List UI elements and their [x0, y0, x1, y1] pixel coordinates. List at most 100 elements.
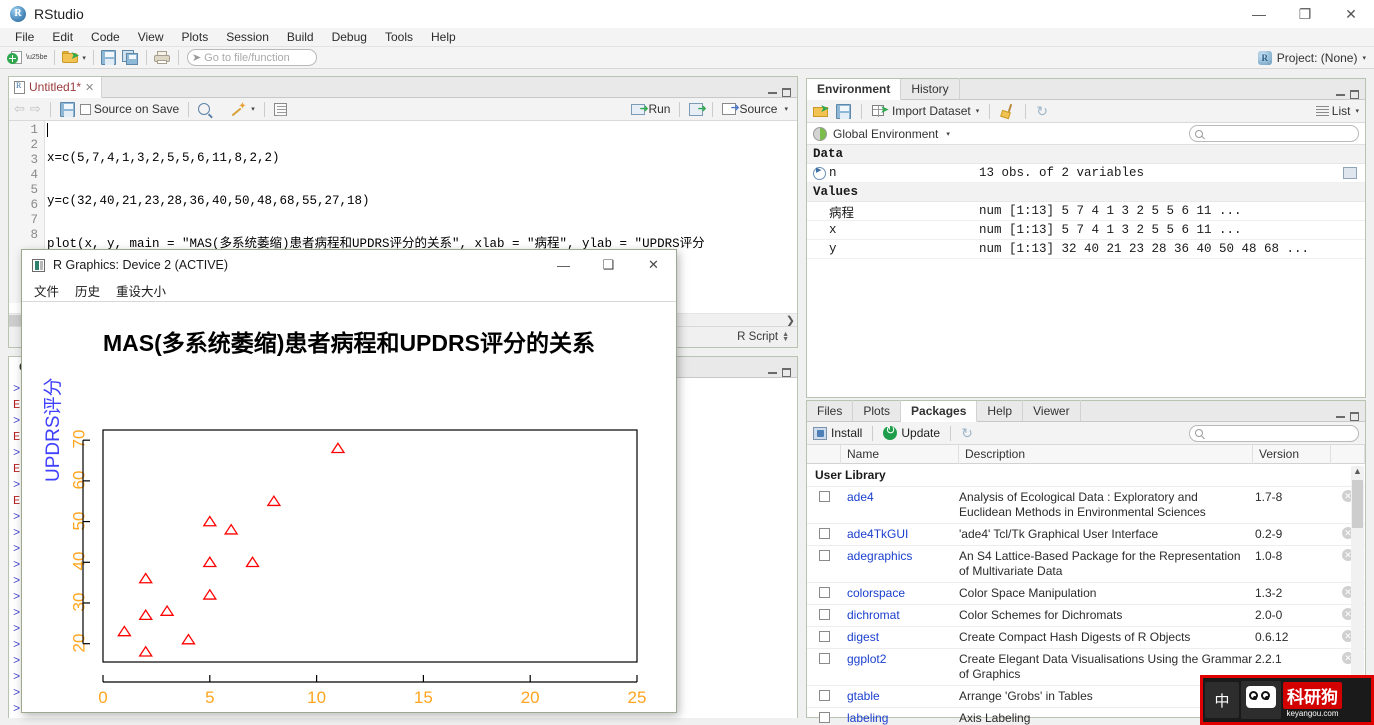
save-all-button[interactable]	[119, 48, 142, 68]
nav-back-icon[interactable]: ⇦	[14, 101, 25, 117]
column-header-version[interactable]: Version	[1253, 444, 1331, 464]
list-view-selector[interactable]: List ▾	[1315, 104, 1359, 118]
minimize-icon[interactable]: —	[1236, 0, 1282, 28]
table-row[interactable]: colorspace Color Space Manipulation 1.3-…	[807, 583, 1365, 605]
new-file-button[interactable]: \u25be	[4, 48, 50, 68]
open-file-button[interactable]: ➤ ▾	[59, 48, 89, 68]
package-checkbox[interactable]	[818, 491, 830, 502]
goto-file-function-input[interactable]: ➤ Go to file/function	[186, 49, 317, 66]
table-row[interactable]: adegraphics An S4 Lattice-Based Package …	[807, 546, 1365, 583]
menu-file[interactable]: File	[6, 29, 43, 45]
close-icon[interactable]: ✕	[85, 81, 94, 94]
package-name[interactable]: ade4TkGUI	[841, 527, 959, 541]
compile-report-icon[interactable]	[273, 102, 287, 116]
close-icon[interactable]: ✕	[631, 250, 676, 280]
menu-tools[interactable]: Tools	[376, 29, 422, 45]
broom-icon[interactable]	[1000, 103, 1015, 119]
tab-plots[interactable]: Plots	[853, 400, 902, 421]
minimize-panel-icon[interactable]	[1336, 93, 1345, 96]
tab-help[interactable]: Help	[977, 400, 1024, 421]
project-selector[interactable]: R Project: (None) ▾	[1257, 50, 1366, 65]
package-name[interactable]: colorspace	[841, 586, 959, 600]
minimize-panel-icon[interactable]	[768, 91, 777, 94]
package-checkbox[interactable]	[818, 631, 830, 642]
expand-icon[interactable]	[813, 166, 826, 180]
code-tools-icon[interactable]: ✦	[230, 102, 247, 117]
view-data-icon[interactable]	[1343, 167, 1357, 179]
chevron-down-icon[interactable]: ▾	[976, 107, 980, 115]
maximize-icon[interactable]: ❐	[1282, 0, 1328, 28]
checkbox-icon[interactable]	[79, 103, 91, 115]
spinner-icon[interactable]: ▲ ▼	[782, 331, 789, 343]
environment-row-n[interactable]: n 13 obs. of 2 variables	[807, 164, 1365, 183]
minimize-panel-icon[interactable]	[768, 371, 777, 374]
import-dataset-button[interactable]: ➤ Import Dataset ▾	[872, 104, 979, 118]
open-folder-icon[interactable]: ➤	[813, 103, 830, 119]
source-on-save-checkbox[interactable]: Source on Save	[79, 102, 179, 116]
package-name[interactable]: labeling	[841, 711, 959, 725]
environment-row-y[interactable]: y num [1:13] 32 40 21 23 28 36 40 50 48 …	[807, 240, 1365, 259]
rerun-icon[interactable]	[689, 102, 707, 116]
source-button[interactable]: Source	[722, 101, 777, 116]
minimize-icon[interactable]: —	[541, 250, 586, 280]
chevron-down-icon[interactable]: ▾	[251, 105, 255, 113]
environment-row-x[interactable]: x num [1:13] 5 7 4 1 3 2 5 5 6 11 ...	[807, 221, 1365, 240]
refresh-icon[interactable]: ↻	[961, 426, 975, 440]
table-row[interactable]: ade4TkGUI 'ade4' Tcl/Tk Graphical User I…	[807, 524, 1365, 546]
menu-edit[interactable]: Edit	[43, 29, 82, 45]
run-button[interactable]: Run	[631, 102, 670, 116]
find-icon[interactable]	[198, 103, 211, 115]
update-button[interactable]: Update	[883, 423, 940, 440]
environment-search-input[interactable]	[1189, 125, 1359, 142]
package-checkbox[interactable]	[818, 653, 830, 664]
scroll-up-icon[interactable]: ▲	[1351, 466, 1364, 476]
package-checkbox[interactable]	[818, 550, 830, 561]
tab-viewer[interactable]: Viewer	[1023, 400, 1081, 421]
menu-debug[interactable]: Debug	[323, 29, 376, 45]
tab-packages[interactable]: Packages	[901, 401, 978, 422]
refresh-icon[interactable]: ↻	[1036, 104, 1050, 118]
table-row[interactable]: ade4 Analysis of Ecological Data : Explo…	[807, 487, 1365, 524]
package-checkbox[interactable]	[818, 690, 830, 701]
menu-resize-cn[interactable]: 重设大小	[116, 281, 166, 300]
menu-session[interactable]: Session	[217, 29, 278, 45]
table-row[interactable]: dichromat Color Schemes for Dichromats 2…	[807, 605, 1365, 627]
chevron-down-icon[interactable]: ▾	[946, 130, 950, 138]
package-checkbox[interactable]	[818, 609, 830, 620]
menu-history-cn[interactable]: 历史	[75, 281, 100, 300]
print-button[interactable]	[151, 48, 174, 68]
environment-row-bingcheng[interactable]: 病程 num [1:13] 5 7 4 1 3 2 5 5 6 11 ...	[807, 202, 1365, 221]
package-name[interactable]: ade4	[841, 490, 959, 504]
table-row[interactable]: digest Create Compact Hash Digests of R …	[807, 627, 1365, 649]
save-icon[interactable]	[836, 103, 851, 119]
packages-search-input[interactable]	[1189, 424, 1359, 442]
tab-environment[interactable]: Environment	[807, 79, 902, 100]
save-icon[interactable]	[59, 101, 75, 117]
package-checkbox[interactable]	[818, 587, 830, 598]
tab-history[interactable]: History	[901, 78, 960, 99]
scrollbar-thumb[interactable]	[1352, 480, 1363, 528]
nav-forward-icon[interactable]: ⇨	[30, 101, 41, 117]
tab-files[interactable]: Files	[807, 400, 854, 421]
source-tab-untitled1[interactable]: Untitled1* ✕	[9, 77, 103, 98]
chevron-down-icon[interactable]: ▾	[784, 105, 788, 113]
column-header-description[interactable]: Description	[959, 444, 1253, 464]
package-name[interactable]: digest	[841, 630, 959, 644]
package-name[interactable]: adegraphics	[841, 549, 959, 563]
menu-help[interactable]: Help	[422, 29, 465, 45]
chevron-down-icon[interactable]: ▾	[82, 54, 86, 62]
menu-build[interactable]: Build	[278, 29, 323, 45]
save-button[interactable]	[98, 48, 119, 68]
maximize-icon[interactable]: ❑	[586, 250, 631, 280]
package-checkbox[interactable]	[818, 528, 830, 539]
menu-code[interactable]: Code	[82, 29, 129, 45]
scope-label[interactable]: Global Environment	[833, 127, 938, 141]
chevron-down-icon[interactable]: \u25be	[26, 54, 47, 61]
maximize-panel-icon[interactable]	[1350, 90, 1359, 99]
maximize-panel-icon[interactable]	[782, 368, 791, 377]
package-name[interactable]: ggplot2	[841, 652, 959, 666]
chevron-down-icon[interactable]: ▾	[1355, 107, 1359, 115]
maximize-panel-icon[interactable]	[782, 88, 791, 97]
column-header-name[interactable]: Name	[841, 444, 959, 464]
menu-plots[interactable]: Plots	[173, 29, 218, 45]
